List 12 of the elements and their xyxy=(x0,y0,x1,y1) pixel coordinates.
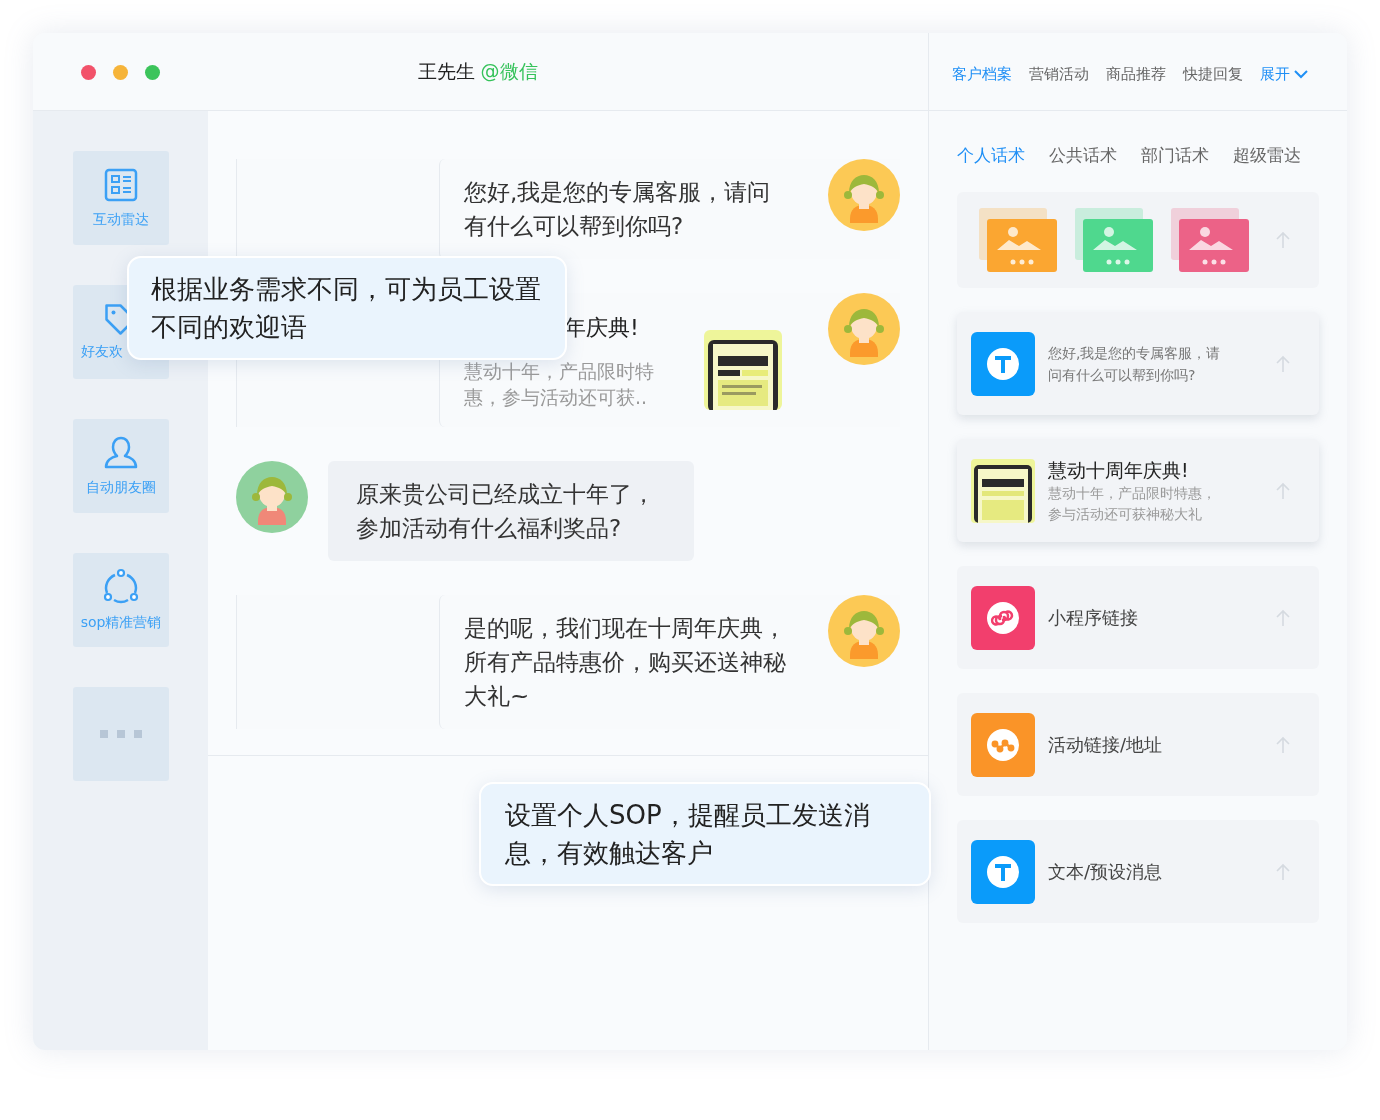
feature-tooltip: 根据业务需求不同，可为员工设置不同的欢迎语 xyxy=(127,256,567,360)
window-title: 王先生 xyxy=(417,58,475,84)
channel-label: @微信 xyxy=(480,58,538,84)
snippet-label: 活动链接/地址 xyxy=(1048,732,1164,757)
message-bubble: 原来贵公司已经成立十年了，参加活动有什么福利奖品? xyxy=(328,461,694,561)
feature-tooltip: 设置个人SOP，提醒员工发送消息，有效触达客户 xyxy=(479,782,931,886)
snippet-title: 慧动十周年庆典! xyxy=(1048,457,1190,483)
snippet-text: 您好,我是您的专属客服，请问有什么可以帮到你吗? xyxy=(1048,343,1222,385)
snippet-text: 慧动十年，产品限时特惠，参与活动还可获神秘大礼 xyxy=(1048,483,1217,524)
card-description: 慧动十年，产品限时特惠，参与活动还可获.. xyxy=(464,359,655,410)
snippet-label: 文本/预设消息 xyxy=(1048,859,1164,884)
snippet-label: 小程序链接 xyxy=(1048,605,1139,630)
